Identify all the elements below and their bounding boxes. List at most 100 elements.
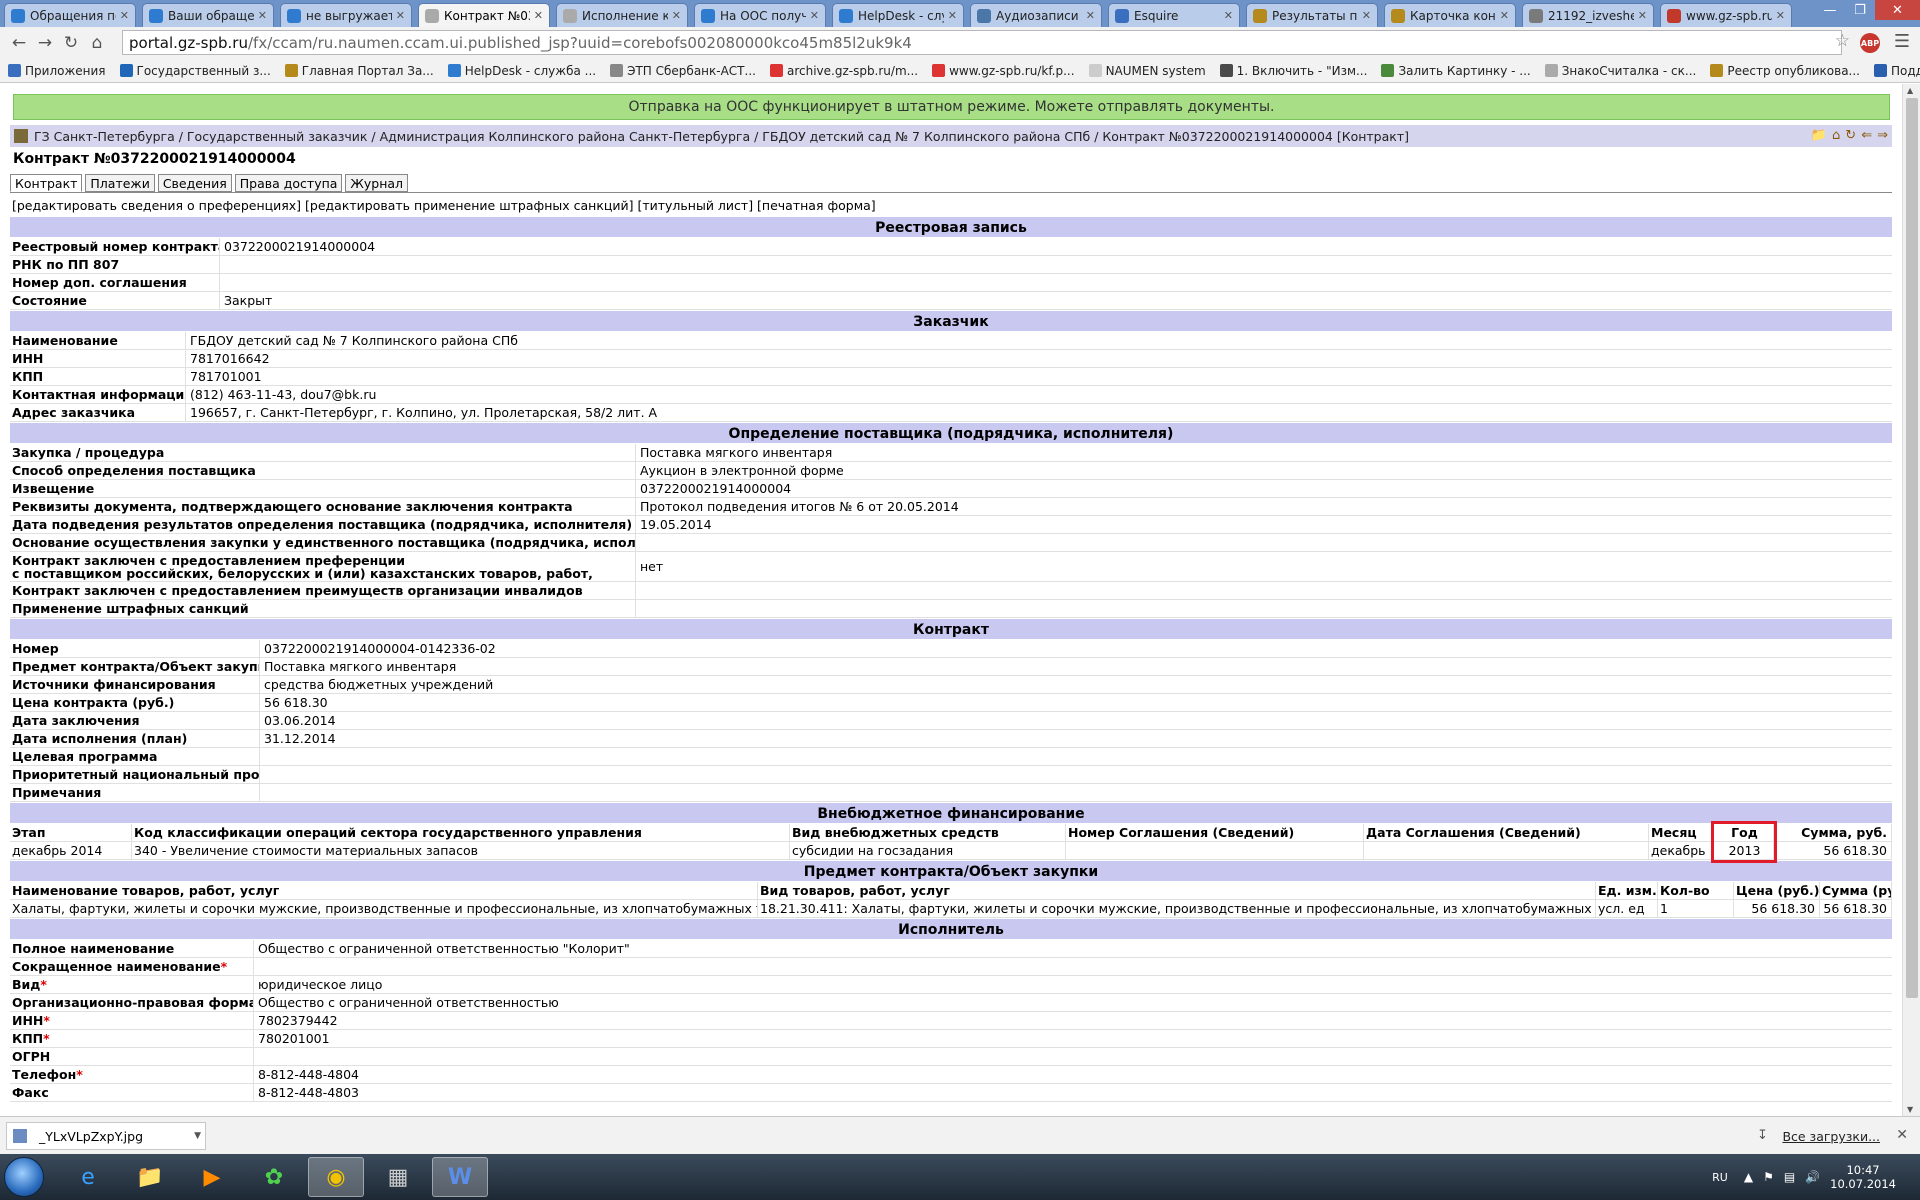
field-row: Способ определения поставщика Аукцион в э… xyxy=(10,461,1892,480)
close-tab-icon[interactable]: ✕ xyxy=(120,9,129,22)
field-label: Применение штрафных санкций xyxy=(10,599,636,618)
bookmark-item[interactable]: ЗнакоСчиталка - ск... xyxy=(1544,64,1696,78)
field-label-text: Полное наименование xyxy=(12,940,175,956)
bookmark-icon xyxy=(1381,64,1395,77)
bookmark-item[interactable]: archive.gz-spb.ru/m... xyxy=(769,64,918,78)
field-value: 19.05.2014 xyxy=(640,516,712,532)
reload-icon[interactable]: ↻ xyxy=(58,33,84,53)
close-window-icon[interactable]: ✕ xyxy=(1875,0,1920,20)
close-downloads-icon[interactable]: ✕ xyxy=(1896,1127,1908,1143)
browser-menu-icon[interactable]: ☰ xyxy=(1894,31,1910,52)
close-tab-icon[interactable]: ✕ xyxy=(396,9,405,22)
action-links[interactable]: [редактировать сведения о преференциях] … xyxy=(12,198,876,213)
back-icon[interactable]: ← xyxy=(6,33,32,53)
tab-favicon-icon xyxy=(149,8,163,23)
browser-tab[interactable]: Результаты по ✕ xyxy=(1246,3,1378,27)
all-downloads-link[interactable]: Все загрузки... xyxy=(1782,1129,1880,1144)
forward-icon[interactable]: → xyxy=(32,33,58,53)
start-button[interactable] xyxy=(4,1157,44,1197)
close-tab-icon[interactable]: ✕ xyxy=(1638,9,1647,22)
media-player-icon[interactable]: ▶ xyxy=(184,1157,240,1197)
maximize-icon[interactable]: ❐ xyxy=(1845,0,1875,20)
tab-0[interactable]: Контракт xyxy=(10,174,83,192)
browser-tab-label: Контракт №03 xyxy=(444,8,530,23)
field-value: Закрыт xyxy=(224,292,273,308)
clock-date: 10.07.2014 xyxy=(1830,1177,1896,1191)
scroll-thumb[interactable] xyxy=(1906,98,1918,998)
window-controls: — ❐ ✕ xyxy=(1815,0,1920,20)
forward-arrow-icon[interactable]: ⇒ xyxy=(1877,128,1888,143)
clock[interactable]: 10:47 10.07.2014 xyxy=(1830,1163,1896,1191)
word-icon[interactable]: W xyxy=(432,1157,488,1197)
download-item[interactable]: _YLxVLpZxpY.jpg ▼ xyxy=(6,1122,206,1150)
bookmark-item[interactable]: NAUMEN system xyxy=(1088,64,1206,78)
tab-3[interactable]: Права доступа xyxy=(234,174,343,192)
field-label-text: КПП xyxy=(12,1030,44,1046)
browser-tab[interactable]: Ваши обращен ✕ xyxy=(142,3,274,27)
close-tab-icon[interactable]: ✕ xyxy=(1500,9,1509,22)
internet-explorer-icon[interactable]: e xyxy=(60,1157,116,1197)
browser-tab[interactable]: 21192_izveshen ✕ xyxy=(1522,3,1654,27)
browser-tab[interactable]: Обращения по ✕ xyxy=(4,3,136,27)
bookmark-item[interactable]: Реестр опубликова... xyxy=(1710,64,1860,78)
field-label: ОГРН xyxy=(10,1047,254,1066)
close-tab-icon[interactable]: ✕ xyxy=(1086,9,1095,22)
bookmark-star-icon[interactable]: ☆ xyxy=(1835,31,1850,51)
field-row: Дата исполнения (план) 31.12.2014 xyxy=(10,729,1892,748)
address-bar[interactable]: portal.gz-spb.ru/fx/ccam/ru.naumen.ccam.… xyxy=(122,30,1842,55)
language-indicator[interactable]: RU xyxy=(1712,1171,1728,1184)
refresh-icon[interactable]: ↻ xyxy=(1845,128,1856,143)
folder-icon[interactable]: 📁 xyxy=(1811,128,1827,143)
file-explorer-icon[interactable]: 📁 xyxy=(122,1157,178,1197)
browser-tab[interactable]: www.gz-spb.ru ✕ xyxy=(1660,3,1792,27)
browser-tab[interactable]: Карточка конт ✕ xyxy=(1384,3,1516,27)
bookmark-item[interactable]: Залить Картинку - ... xyxy=(1381,64,1531,78)
bookmark-item[interactable]: Государственный з... xyxy=(119,64,271,78)
scroll-down-icon[interactable]: ▼ xyxy=(1907,1105,1913,1114)
vertical-scrollbar[interactable]: ▲ ▼ xyxy=(1902,84,1920,1116)
browser-tab[interactable]: Исполнение к ✕ xyxy=(556,3,688,27)
browser-tab[interactable]: Контракт №03 ✕ xyxy=(418,3,550,27)
browser-tab[interactable]: На ООС получ ✕ xyxy=(694,3,826,27)
navigation-bar: ← → ↻ ⌂ portal.gz-spb.ru/fx/ccam/ru.naum… xyxy=(0,27,1920,59)
tab-4[interactable]: Журнал xyxy=(345,174,409,192)
bookmark-item[interactable]: HelpDesk - служба ... xyxy=(447,64,596,78)
close-tab-icon[interactable]: ✕ xyxy=(810,9,819,22)
browser-tab[interactable]: Аудиозаписи ✕ xyxy=(970,3,1102,27)
bookmark-item[interactable]: www.gz-spb.ru/kf.p... xyxy=(932,63,1075,78)
close-tab-icon[interactable]: ✕ xyxy=(948,9,957,22)
browser-tab[interactable]: Esquire ✕ xyxy=(1108,3,1240,27)
bookmark-item[interactable]: Главная Портал За... xyxy=(284,64,434,78)
adblock-icon[interactable]: ABP xyxy=(1860,33,1880,53)
bookmark-item[interactable]: ЭТП Сбербанк-АСТ... xyxy=(610,64,756,78)
close-tab-icon[interactable]: ✕ xyxy=(1224,9,1233,22)
tray-expand-icon[interactable]: ▲ xyxy=(1744,1170,1753,1184)
chrome-icon[interactable]: ◉ xyxy=(308,1157,364,1197)
scroll-up-icon[interactable]: ▲ xyxy=(1907,86,1913,95)
browser-tab[interactable]: не выгружает| ✕ xyxy=(280,3,412,27)
bookmark-item[interactable]: 1. Включить - "Изм... xyxy=(1219,64,1367,78)
home-nav-icon[interactable]: ⌂ xyxy=(1832,128,1840,143)
back-arrow-icon[interactable]: ⇐ xyxy=(1861,128,1872,143)
close-tab-icon[interactable]: ✕ xyxy=(534,9,543,22)
bookmark-item[interactable]: Приложения xyxy=(8,64,106,78)
close-tab-icon[interactable]: ✕ xyxy=(258,9,267,22)
chevron-down-icon[interactable]: ▼ xyxy=(194,1131,201,1141)
minimize-icon[interactable]: — xyxy=(1815,0,1845,20)
volume-icon[interactable]: 🔊 xyxy=(1805,1170,1820,1184)
action-center-flag-icon[interactable]: ⚑ xyxy=(1763,1170,1774,1184)
column-header: Наименование товаров, работ, услуг xyxy=(10,881,758,900)
bookmark-item[interactable]: Поддержка проект... xyxy=(1874,64,1920,78)
browser-tab[interactable]: HelpDesk - слу ✕ xyxy=(832,3,964,27)
icq-icon[interactable]: ✿ xyxy=(246,1157,302,1197)
tab-1[interactable]: Платежи xyxy=(85,174,155,192)
close-tab-icon[interactable]: ✕ xyxy=(672,9,681,22)
breadcrumb-text[interactable]: ГЗ Санкт-Петербурга / Государственный за… xyxy=(34,129,1409,144)
close-tab-icon[interactable]: ✕ xyxy=(1776,9,1785,22)
network-icon[interactable]: ▤ xyxy=(1784,1170,1795,1184)
bookmark-label: www.gz-spb.ru/kf.p... xyxy=(949,63,1075,78)
home-icon[interactable]: ⌂ xyxy=(84,33,110,53)
tab-2[interactable]: Сведения xyxy=(157,174,232,192)
calculator-icon[interactable]: ▦ xyxy=(370,1157,426,1197)
close-tab-icon[interactable]: ✕ xyxy=(1362,9,1371,22)
